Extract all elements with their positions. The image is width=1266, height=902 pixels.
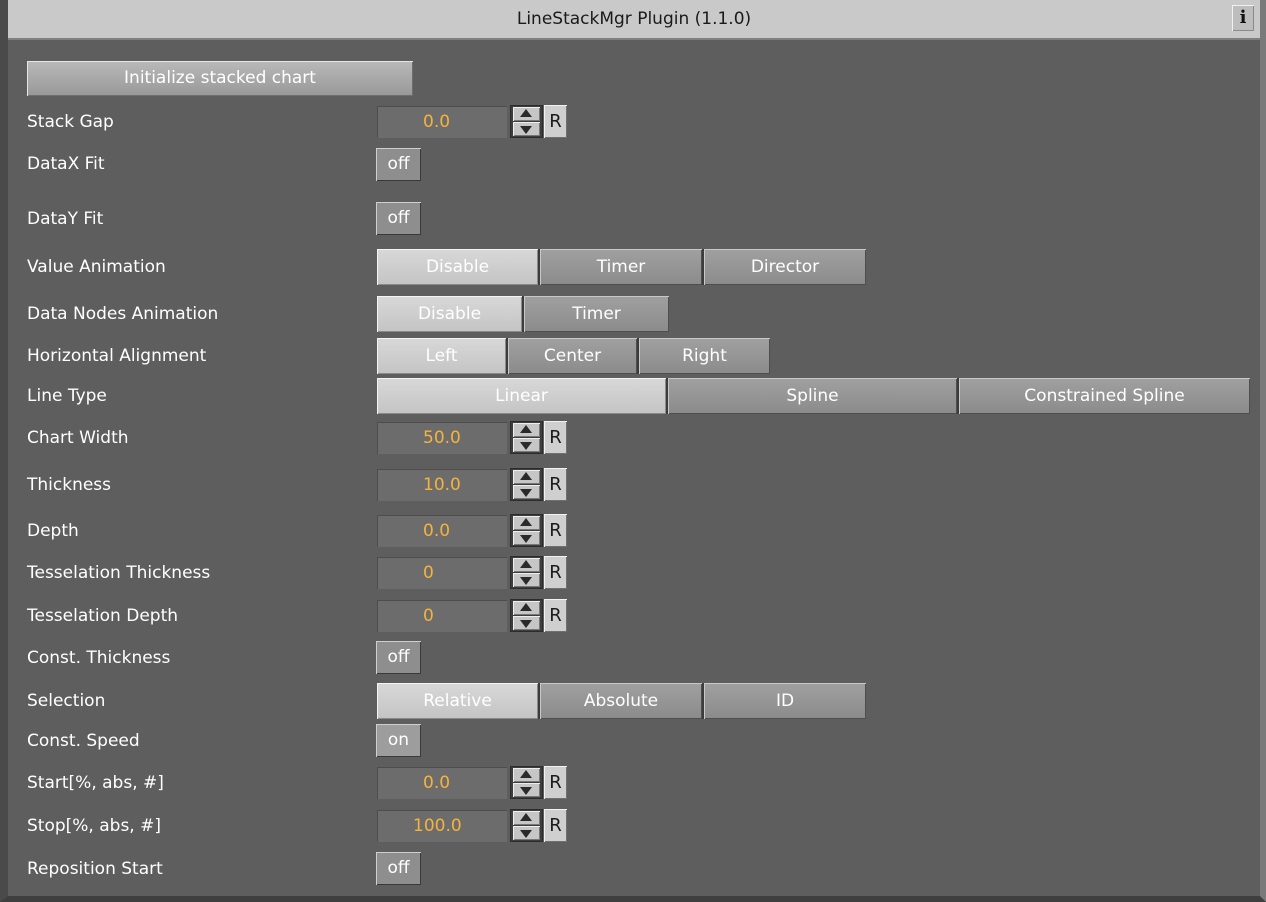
stack-gap-label: Stack Gap: [27, 112, 114, 132]
const-thickness-toggle[interactable]: off: [376, 641, 421, 674]
line-type-selector: Linear Spline Constrained Spline: [377, 378, 1250, 414]
tesselation-depth-field[interactable]: 0: [377, 600, 507, 632]
title-bar: LineStackMgr Plugin (1.1.0) i: [8, 0, 1260, 40]
tesselation-thickness-label: Tesselation Thickness: [27, 563, 211, 583]
tesselation-thickness-reset-button[interactable]: R: [544, 556, 567, 589]
stop-field[interactable]: 100.0: [377, 810, 507, 842]
line-type-label: Line Type: [27, 386, 107, 406]
arrow-up-icon[interactable]: [513, 601, 540, 615]
start-stepper[interactable]: [510, 766, 543, 799]
initialize-chart-button[interactable]: Initialize stacked chart: [27, 61, 413, 96]
depth-label: Depth: [27, 521, 79, 541]
value-animation-label: Value Animation: [27, 257, 166, 277]
value-animation-director[interactable]: Director: [704, 249, 866, 285]
data-nodes-animation-disable[interactable]: Disable: [377, 296, 524, 332]
info-icon[interactable]: i: [1232, 5, 1254, 31]
arrow-up-icon[interactable]: [513, 768, 540, 782]
arrow-up-icon[interactable]: [513, 558, 540, 572]
thickness-stepper[interactable]: [510, 468, 543, 501]
arrow-down-icon[interactable]: [513, 122, 540, 136]
data-nodes-animation-selector: Disable Timer: [377, 296, 669, 332]
horizontal-alignment-label: Horizontal Alignment: [27, 346, 207, 366]
stack-gap-stepper[interactable]: [510, 105, 543, 138]
stop-label: Stop[%, abs, #]: [27, 816, 161, 836]
selection-absolute[interactable]: Absolute: [540, 683, 704, 719]
alignment-center[interactable]: Center: [508, 338, 639, 374]
thickness-field[interactable]: 10.0: [377, 469, 507, 501]
arrow-up-icon[interactable]: [513, 516, 540, 530]
arrow-down-icon[interactable]: [513, 485, 540, 499]
horizontal-alignment-selector: Left Center Right: [377, 338, 770, 374]
chart-width-reset-button[interactable]: R: [544, 421, 567, 454]
arrow-up-icon[interactable]: [513, 107, 540, 121]
stop-stepper[interactable]: [510, 809, 543, 842]
selection-selector: Relative Absolute ID: [377, 683, 866, 719]
reposition-start-toggle[interactable]: off: [376, 852, 421, 885]
arrow-up-icon[interactable]: [513, 811, 540, 825]
arrow-up-icon[interactable]: [513, 470, 540, 484]
arrow-up-icon[interactable]: [513, 423, 540, 437]
arrow-down-icon[interactable]: [513, 573, 540, 587]
datay-fit-toggle[interactable]: off: [376, 202, 421, 235]
const-speed-label: Const. Speed: [27, 731, 140, 751]
const-thickness-label: Const. Thickness: [27, 648, 171, 668]
tesselation-depth-label: Tesselation Depth: [27, 606, 179, 626]
stack-gap-field[interactable]: 0.0: [377, 106, 507, 138]
arrow-down-icon[interactable]: [513, 616, 540, 630]
value-animation-disable[interactable]: Disable: [377, 249, 540, 285]
depth-field[interactable]: 0.0: [377, 515, 507, 547]
tesselation-depth-stepper[interactable]: [510, 599, 543, 632]
data-nodes-animation-timer[interactable]: Timer: [524, 296, 669, 332]
depth-stepper[interactable]: [510, 514, 543, 547]
start-field[interactable]: 0.0: [377, 767, 507, 799]
value-animation-selector: Disable Timer Director: [377, 249, 866, 285]
tesselation-depth-reset-button[interactable]: R: [544, 599, 567, 632]
start-reset-button[interactable]: R: [544, 766, 567, 799]
datax-fit-toggle[interactable]: off: [376, 148, 421, 181]
thickness-label: Thickness: [27, 475, 112, 495]
line-type-linear[interactable]: Linear: [377, 378, 668, 414]
line-type-constrained-spline[interactable]: Constrained Spline: [959, 378, 1250, 414]
plugin-panel: [0, 0, 1266, 902]
tesselation-thickness-stepper[interactable]: [510, 556, 543, 589]
plugin-title: LineStackMgr Plugin (1.1.0): [516, 9, 752, 29]
tesselation-thickness-field[interactable]: 0: [377, 557, 507, 589]
chart-width-label: Chart Width: [27, 428, 129, 448]
data-nodes-animation-label: Data Nodes Animation: [27, 304, 219, 324]
datay-fit-label: DataY Fit: [27, 209, 104, 229]
selection-id[interactable]: ID: [704, 683, 866, 719]
arrow-down-icon[interactable]: [513, 826, 540, 840]
stack-gap-reset-button[interactable]: R: [544, 105, 567, 138]
arrow-down-icon[interactable]: [513, 783, 540, 797]
start-label: Start[%, abs, #]: [27, 773, 164, 793]
arrow-down-icon[interactable]: [513, 438, 540, 452]
depth-reset-button[interactable]: R: [544, 514, 567, 547]
reposition-start-label: Reposition Start: [27, 859, 163, 879]
chart-width-field[interactable]: 50.0: [377, 422, 507, 454]
line-type-spline[interactable]: Spline: [668, 378, 959, 414]
alignment-right[interactable]: Right: [639, 338, 770, 374]
arrow-down-icon[interactable]: [513, 531, 540, 545]
selection-relative[interactable]: Relative: [377, 683, 540, 719]
alignment-left[interactable]: Left: [377, 338, 508, 374]
selection-label: Selection: [27, 691, 106, 711]
datax-fit-label: DataX Fit: [27, 154, 105, 174]
value-animation-timer[interactable]: Timer: [540, 249, 704, 285]
stop-reset-button[interactable]: R: [544, 809, 567, 842]
chart-width-stepper[interactable]: [510, 421, 543, 454]
thickness-reset-button[interactable]: R: [544, 468, 567, 501]
const-speed-toggle[interactable]: on: [376, 724, 421, 757]
